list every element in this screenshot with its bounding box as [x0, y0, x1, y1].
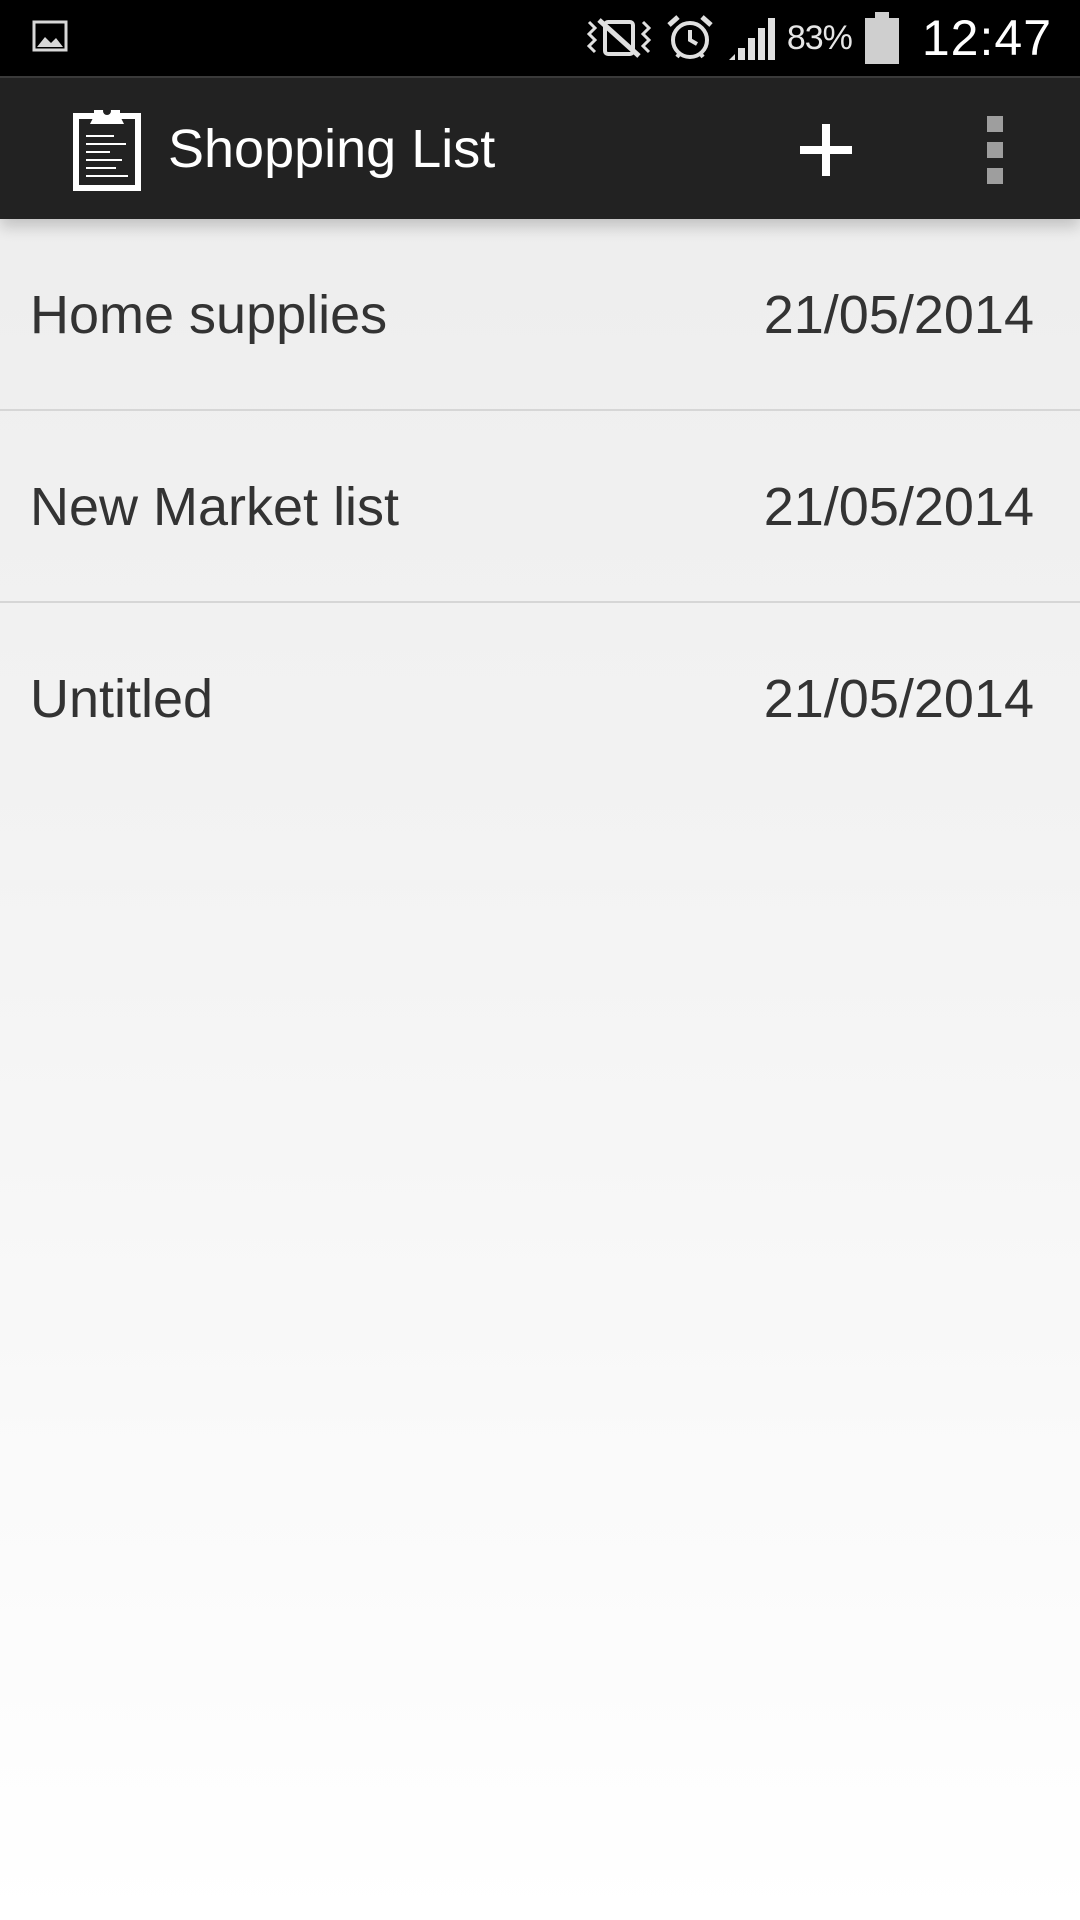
alarm-icon	[667, 15, 713, 59]
shopping-lists: Home supplies 21/05/2014 New Market list…	[0, 219, 1080, 795]
overflow-menu-button[interactable]	[970, 106, 1020, 194]
battery-icon	[864, 12, 899, 64]
list-item[interactable]: Untitled 21/05/2014	[0, 603, 1080, 795]
picture-icon	[32, 20, 68, 52]
list-date: 21/05/2014	[763, 477, 1034, 537]
list-item[interactable]: Home supplies 21/05/2014	[0, 219, 1080, 411]
battery-percent: 83%	[786, 18, 853, 57]
list-name: New Market list	[30, 477, 400, 537]
list-item[interactable]: New Market list 21/05/2014	[0, 411, 1080, 603]
clipboard-icon	[73, 107, 141, 191]
clock: 12:47	[921, 10, 1052, 66]
app-title: Shopping List	[168, 119, 496, 179]
list-date: 21/05/2014	[763, 285, 1034, 345]
status-icons: 83% 12:47	[583, 0, 1052, 76]
list-name: Home supplies	[30, 285, 388, 345]
plus-icon	[800, 124, 852, 176]
list-date: 21/05/2014	[763, 669, 1034, 729]
overflow-menu-icon	[987, 116, 1003, 184]
add-list-button[interactable]	[790, 114, 862, 186]
silent-vibrate-icon	[586, 18, 651, 58]
action-bar: Shopping List	[0, 76, 1080, 219]
signal-icon	[728, 18, 775, 60]
list-name: Untitled	[30, 669, 214, 729]
status-bar: 83% 12:47	[0, 0, 1080, 76]
